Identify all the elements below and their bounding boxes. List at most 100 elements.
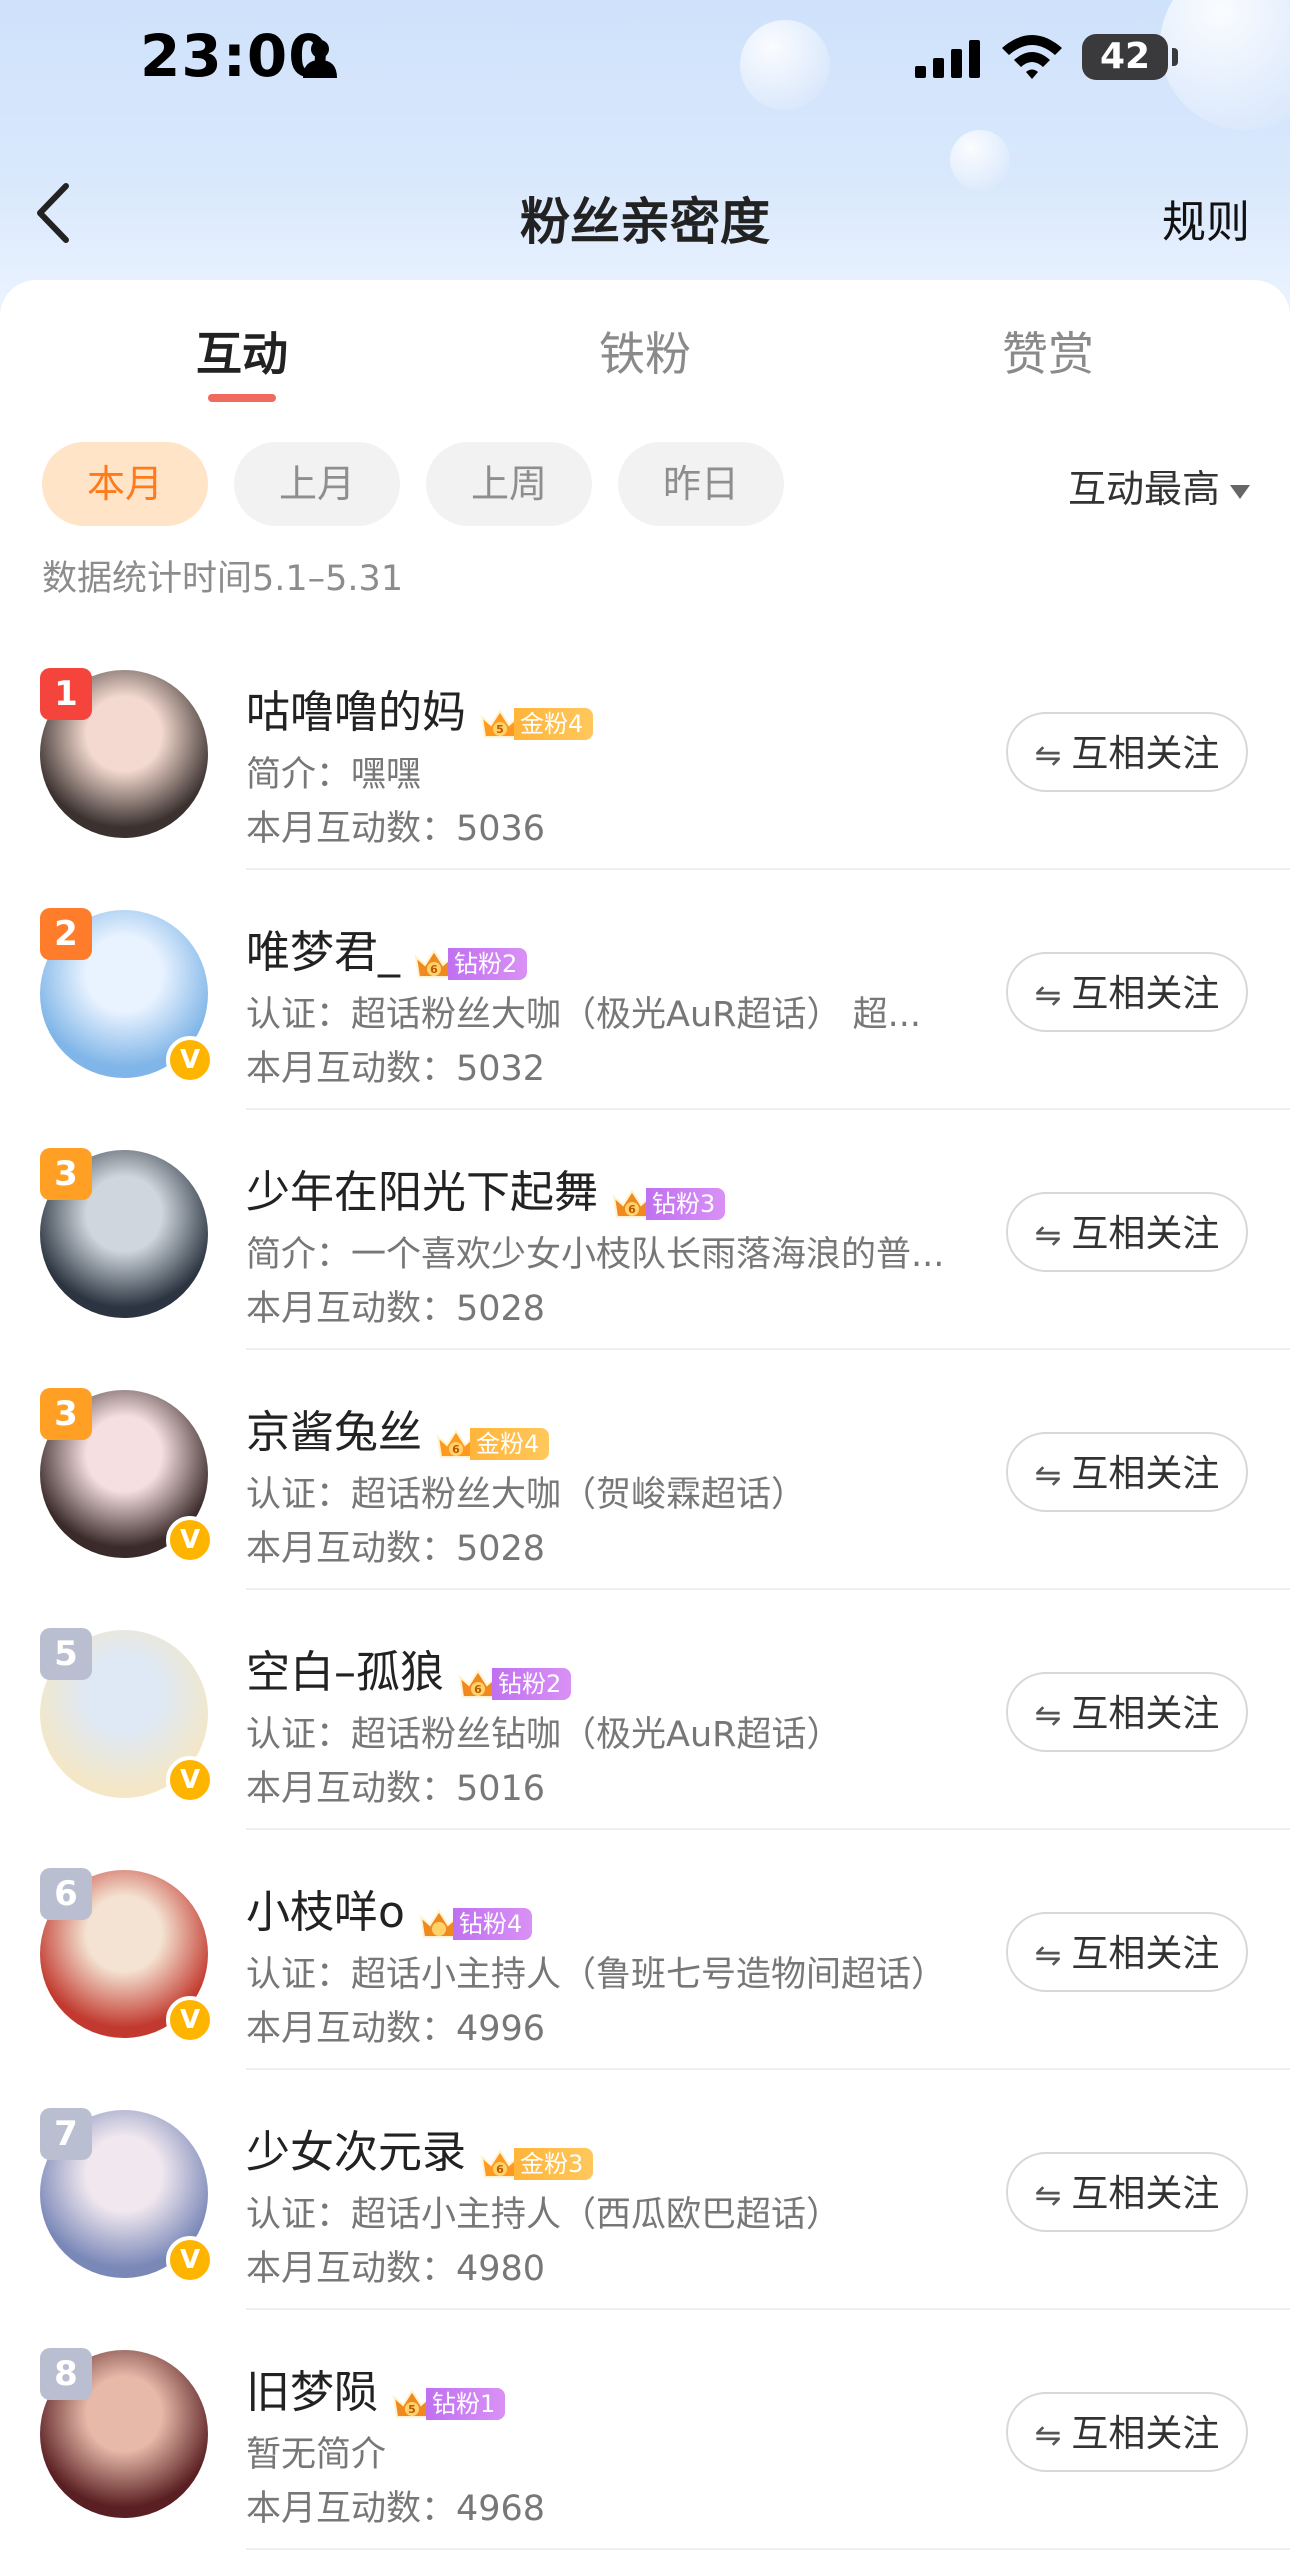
fan-level-number: 5 (408, 2403, 416, 2416)
list-item[interactable]: 1 咕噜噜的妈 5 金粉4 简介：嘿嘿本月互动数：5036 ⇋ 互相关注 (0, 630, 1290, 870)
follow-label: 互相关注 (1071, 1452, 1220, 1495)
user-name[interactable]: 少女次元录 (246, 2127, 466, 2178)
sort-label: 互动最高 (1067, 467, 1220, 511)
fan-level-label: 钻粉3 (646, 1188, 726, 1220)
user-description: 暂无简介 (246, 2435, 387, 2475)
caret-down-icon (1230, 484, 1250, 499)
mutual-follow-button[interactable]: ⇋ 互相关注 (1006, 2152, 1248, 2232)
fan-level-badge: 6 钻粉2 (456, 1656, 572, 1700)
user-name[interactable]: 咕噜噜的妈 (246, 687, 466, 738)
follow-label: 互相关注 (1071, 2172, 1220, 2215)
interaction-count: 本月互动数：4968 (246, 2489, 546, 2529)
battery-nub (1172, 48, 1178, 66)
mutual-follow-button[interactable]: ⇋ 互相关注 (1006, 712, 1248, 792)
fan-level-label: 金粉3 (514, 2148, 594, 2180)
page-title: 粉丝亲密度 (520, 193, 770, 251)
rank-badge: 1 (40, 668, 92, 720)
fan-level-badge: 6 金粉3 (478, 2136, 594, 2180)
verified-icon: V (166, 1516, 214, 1564)
fan-level-badge: 6 钻粉3 (610, 1176, 726, 1220)
verified-icon: V (166, 2236, 214, 2284)
rules-link[interactable]: 规则 (1162, 186, 1250, 250)
rank-badge: 2 (40, 908, 92, 960)
user-name-line: 小枝咩o 钻粉4 (246, 1876, 533, 1940)
mutual-follow-button[interactable]: ⇋ 互相关注 (1006, 1192, 1248, 1272)
tab-iron-fans[interactable]: 铁粉 (545, 318, 745, 384)
rank-badge: 6 (40, 1868, 92, 1920)
follow-label: 互相关注 (1071, 2412, 1220, 2455)
rank-badge: 3 (40, 1388, 92, 1440)
tab-reward[interactable]: 赞赏 (948, 318, 1148, 384)
fan-level-label: 钻粉1 (426, 2388, 506, 2420)
list-item[interactable]: 8 旧梦陨 5 钻粉1 暂无简介 本月互动数：4968 ⇋ 互相关注 (0, 2310, 1290, 2550)
follow-label: 互相关注 (1071, 1212, 1220, 1255)
fan-level-badge: 5 金粉4 (478, 696, 594, 740)
mutual-follow-button[interactable]: ⇋ 互相关注 (1006, 1912, 1248, 1992)
list-item[interactable]: 5 V 空白–孤狼 6 钻粉2 认证：超话粉丝钻咖（极光AuR超话） 本月互动数：5016 ⇋… (0, 1590, 1290, 1830)
fan-level-number: 6 (496, 2163, 504, 2176)
fan-level-badge: 5 钻粉1 (390, 2376, 506, 2420)
user-description: 简介：一个喜欢少女小枝队长雨落海浪的普... (246, 1235, 945, 1275)
follow-label: 互相关注 (1071, 972, 1220, 1015)
fan-level-label: 钻粉4 (452, 1908, 533, 1940)
filter-yesterday[interactable]: 昨日 (618, 442, 784, 526)
user-description: 简介：嘿嘿 (246, 755, 422, 795)
user-description: 认证：超话小主持人（西瓜欧巴超话） (246, 2195, 842, 2235)
sort-dropdown[interactable]: 互动最高 (1068, 458, 1250, 513)
user-name[interactable]: 旧梦陨 (246, 2367, 378, 2418)
interaction-count: 本月互动数：5028 (246, 1529, 546, 1569)
swap-arrows-icon: ⇋ (1034, 1936, 1062, 1974)
follow-label: 互相关注 (1071, 732, 1220, 775)
user-name[interactable]: 小枝咩o (246, 1887, 405, 1938)
mutual-follow-button[interactable]: ⇋ 互相关注 (1006, 952, 1248, 1032)
user-name-line: 少年在阳光下起舞 6 钻粉3 (246, 1156, 726, 1220)
tab-interaction[interactable]: 互动 (142, 318, 342, 384)
user-name[interactable]: 唯梦君_ (246, 927, 400, 978)
fan-level-number: 6 (430, 963, 438, 976)
fan-level-label: 金粉4 (514, 708, 594, 740)
cellular-signal-icon (915, 40, 980, 78)
follow-label: 互相关注 (1071, 1932, 1220, 1975)
bubble-decoration (1160, 0, 1290, 130)
filter-last-month[interactable]: 上月 (234, 442, 400, 526)
user-name-line: 少女次元录 6 金粉3 (246, 2116, 594, 2180)
list-item[interactable]: 3 V 京酱兔丝 6 金粉4 认证：超话粉丝大咖（贺峻霖超话） 本月互动数：5028 ⇋ 互相关… (0, 1350, 1290, 1590)
swap-arrows-icon: ⇋ (1034, 1456, 1062, 1494)
rank-badge: 5 (40, 1628, 92, 1680)
interaction-count: 本月互动数：5032 (246, 1049, 546, 1089)
mutual-follow-button[interactable]: ⇋ 互相关注 (1006, 1672, 1248, 1752)
verified-icon: V (166, 1756, 214, 1804)
swap-arrows-icon: ⇋ (1034, 1216, 1062, 1254)
filter-this-month[interactable]: 本月 (42, 442, 208, 526)
user-name[interactable]: 空白–孤狼 (246, 1647, 444, 1698)
mutual-follow-button[interactable]: ⇋ 互相关注 (1006, 1432, 1248, 1512)
list-item[interactable]: 6 V 小枝咩o 钻粉4 认证：超话小主持人（鲁班七号造物间超话） 本月互动数：4996 ⇋… (0, 1830, 1290, 2070)
rank-badge: 7 (40, 2108, 92, 2160)
swap-arrows-icon: ⇋ (1034, 736, 1062, 774)
list-item[interactable]: 7 V 少女次元录 6 金粉3 认证：超话小主持人（西瓜欧巴超话） 本月互动数：4980 ⇋ 互… (0, 2070, 1290, 2310)
list-item[interactable]: 2 V 唯梦君_ 6 钻粉2 认证：超话粉丝大咖（极光AuR超话） 超... 本月互动数：5… (0, 870, 1290, 1110)
fan-level-badge: 钻粉4 (417, 1896, 533, 1940)
bubble-decoration (950, 130, 1010, 190)
interaction-count: 本月互动数：4996 (246, 2009, 546, 2049)
user-name[interactable]: 京酱兔丝 (246, 1407, 422, 1458)
verified-icon: V (166, 1036, 214, 1084)
filter-last-week[interactable]: 上周 (426, 442, 592, 526)
interaction-count: 本月互动数：5016 (246, 1769, 546, 1809)
interaction-count: 本月互动数：5036 (246, 809, 546, 849)
fan-level-label: 钻粉2 (448, 948, 528, 980)
user-name[interactable]: 少年在阳光下起舞 (246, 1167, 598, 1218)
user-name-line: 咕噜噜的妈 5 金粉4 (246, 676, 594, 740)
fan-level-badge: 6 金粉4 (434, 1416, 550, 1460)
swap-arrows-icon: ⇋ (1034, 1696, 1062, 1734)
mutual-follow-button[interactable]: ⇋ 互相关注 (1006, 2392, 1248, 2472)
interaction-count: 本月互动数：5028 (246, 1289, 546, 1329)
active-tab-indicator (208, 394, 276, 402)
bubble-decoration (740, 20, 830, 110)
user-name-line: 空白–孤狼 6 钻粉2 (246, 1636, 572, 1700)
list-item[interactable]: 3 少年在阳光下起舞 6 钻粉3 简介：一个喜欢少女小枝队长雨落海浪的普... 本月互动数… (0, 1110, 1290, 1350)
person-icon (303, 40, 337, 78)
fan-level-label: 钻粉2 (492, 1668, 572, 1700)
fan-level-badge: 6 钻粉2 (412, 936, 528, 980)
user-name-line: 京酱兔丝 6 金粉4 (246, 1396, 550, 1460)
